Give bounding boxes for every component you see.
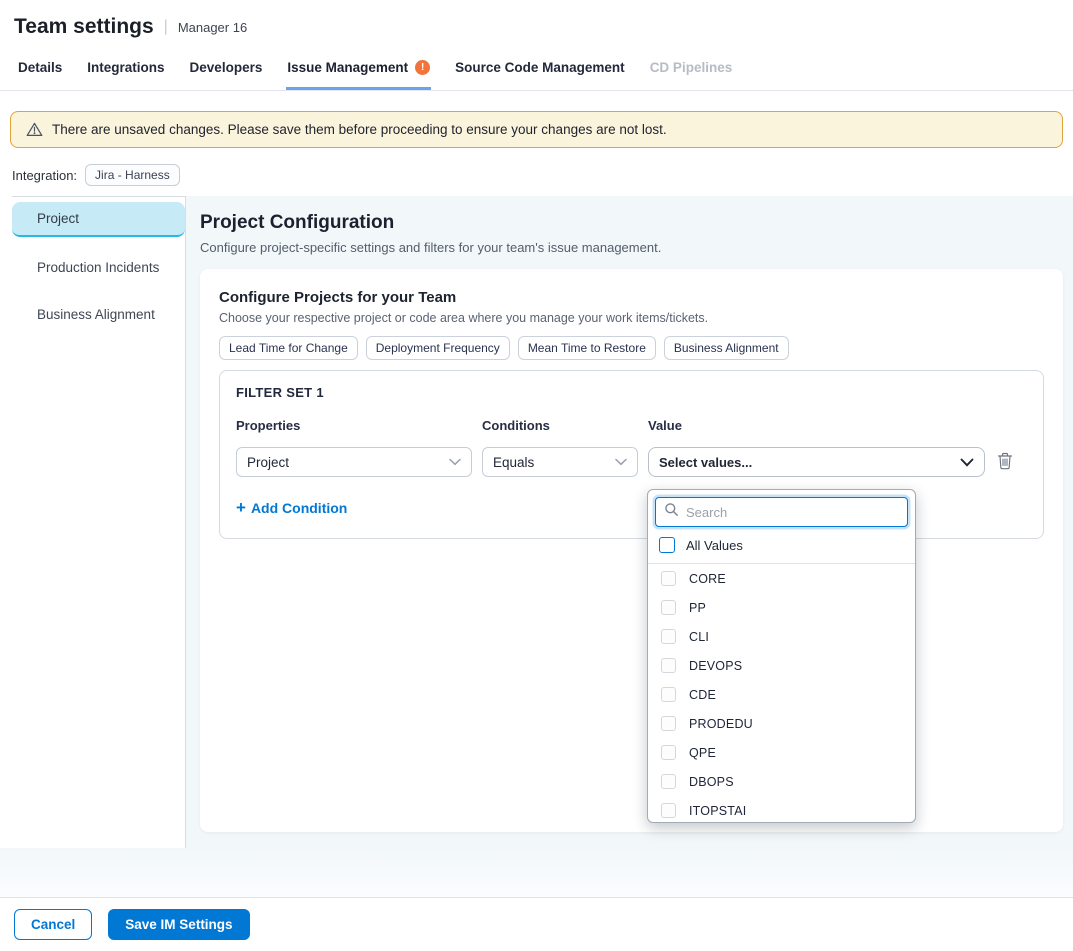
chevron-down-icon [449, 458, 461, 466]
column-header-properties: Properties [236, 418, 472, 433]
page-subtitle: Manager 16 [178, 20, 247, 35]
value-select-placeholder: Select values... [659, 455, 752, 470]
alert-badge: ! [415, 60, 430, 75]
section-title: Project Configuration [200, 212, 1063, 234]
option-prodedu[interactable]: PRODEDU [648, 709, 915, 738]
page-header: Team settings | Manager 16 [0, 0, 1073, 51]
sidebar-item-production-incidents[interactable]: Production Incidents [12, 251, 185, 284]
all-values-checkbox[interactable] [659, 537, 675, 553]
save-im-settings-button[interactable]: Save IM Settings [108, 909, 249, 940]
banner-message: There are unsaved changes. Please save t… [52, 122, 667, 137]
option-label: DBOPS [689, 775, 734, 789]
select-all-option[interactable]: All Values [648, 533, 915, 564]
option-cli[interactable]: CLI [648, 622, 915, 651]
property-select-value: Project [247, 455, 289, 470]
filter-set-title: FILTER SET 1 [236, 385, 1027, 400]
warning-icon [26, 122, 43, 137]
option-pp[interactable]: PP [648, 593, 915, 622]
metric-tag-lead-time-for-change[interactable]: Lead Time for Change [219, 336, 358, 360]
cancel-button[interactable]: Cancel [14, 909, 92, 940]
chevron-down-icon [615, 458, 627, 466]
option-label: CDE [689, 688, 716, 702]
title-separator: | [164, 18, 168, 36]
card-title: Configure Projects for your Team [219, 289, 1044, 306]
value-multiselect[interactable]: Select values... [648, 447, 985, 477]
page-title: Team settings [14, 15, 154, 39]
option-checkbox[interactable] [661, 571, 676, 586]
option-checkbox[interactable] [661, 658, 676, 673]
options-list: CORE PP CLI DEVOPS CDE PRODEDU [648, 564, 915, 822]
section-description: Configure project-specific settings and … [200, 240, 1063, 255]
option-label: ITOPSTAI [689, 804, 746, 818]
tab-label: Issue Management [287, 60, 408, 75]
option-checkbox[interactable] [661, 803, 676, 818]
option-itopstai[interactable]: ITOPSTAI [648, 796, 915, 822]
dropdown-search[interactable] [655, 497, 908, 527]
filter-condition-row: Project Equals Select valu [236, 447, 1027, 477]
sidebar-divider [12, 196, 185, 197]
add-condition-button[interactable]: + Add Condition [236, 499, 347, 516]
option-label: PP [689, 601, 706, 615]
option-label: QPE [689, 746, 716, 760]
column-header-value: Value [648, 418, 985, 433]
option-qpe[interactable]: QPE [648, 738, 915, 767]
column-header-conditions: Conditions [482, 418, 638, 433]
option-label: PRODEDU [689, 717, 753, 731]
all-values-label: All Values [686, 538, 743, 553]
settings-sidebar: Project Production Incidents Business Al… [0, 196, 186, 848]
option-checkbox[interactable] [661, 774, 676, 789]
main-panel: Project Configuration Configure project-… [186, 196, 1073, 848]
integration-chip[interactable]: Jira - Harness [85, 164, 180, 186]
metric-tag-deployment-frequency[interactable]: Deployment Frequency [366, 336, 510, 360]
search-input[interactable] [686, 505, 899, 520]
metric-tag-business-alignment[interactable]: Business Alignment [664, 336, 789, 360]
option-label: CLI [689, 630, 709, 644]
option-core[interactable]: CORE [648, 564, 915, 593]
tab-cd-pipelines: CD Pipelines [649, 51, 734, 90]
add-condition-label: Add Condition [251, 500, 347, 516]
trash-icon [997, 452, 1013, 473]
option-checkbox[interactable] [661, 716, 676, 731]
footer-spacer [0, 848, 1073, 897]
option-label: DEVOPS [689, 659, 742, 673]
option-checkbox[interactable] [661, 629, 676, 644]
sidebar-item-project[interactable]: Project [12, 202, 185, 237]
property-select[interactable]: Project [236, 447, 472, 477]
filter-set-1: FILTER SET 1 Properties Conditions Value… [219, 370, 1044, 539]
option-checkbox[interactable] [661, 687, 676, 702]
integration-label: Integration: [12, 168, 77, 183]
chevron-down-icon [960, 458, 974, 467]
option-checkbox[interactable] [661, 600, 676, 615]
integration-row: Integration: Jira - Harness [12, 164, 1073, 186]
value-dropdown-panel: All Values CORE PP CLI DEVOPS CDE [647, 489, 916, 823]
team-settings-page: Team settings | Manager 16 Details Integ… [0, 0, 1073, 951]
condition-select-value: Equals [493, 455, 534, 470]
card-description: Choose your respective project or code a… [219, 311, 1044, 325]
metric-tags: Lead Time for Change Deployment Frequenc… [219, 336, 1044, 360]
condition-select[interactable]: Equals [482, 447, 638, 477]
tab-details[interactable]: Details [17, 51, 63, 90]
tab-bar: Details Integrations Developers Issue Ma… [0, 51, 1073, 91]
tab-source-code-management[interactable]: Source Code Management [454, 51, 626, 90]
tab-developers[interactable]: Developers [189, 51, 264, 90]
search-icon [664, 502, 679, 522]
plus-icon: + [236, 499, 246, 516]
option-label: CORE [689, 572, 726, 586]
filter-column-headers: Properties Conditions Value [236, 400, 1027, 433]
configure-projects-card: Configure Projects for your Team Choose … [200, 269, 1063, 832]
tab-integrations[interactable]: Integrations [86, 51, 165, 90]
sidebar-item-business-alignment[interactable]: Business Alignment [12, 298, 185, 331]
option-dbops[interactable]: DBOPS [648, 767, 915, 796]
tab-issue-management[interactable]: Issue Management ! [286, 51, 431, 90]
option-cde[interactable]: CDE [648, 680, 915, 709]
option-checkbox[interactable] [661, 745, 676, 760]
action-footer: Cancel Save IM Settings [0, 897, 1073, 951]
unsaved-changes-banner: There are unsaved changes. Please save t… [10, 111, 1063, 148]
option-devops[interactable]: DEVOPS [648, 651, 915, 680]
delete-filter-button[interactable] [995, 450, 1019, 475]
metric-tag-mean-time-to-restore[interactable]: Mean Time to Restore [518, 336, 656, 360]
